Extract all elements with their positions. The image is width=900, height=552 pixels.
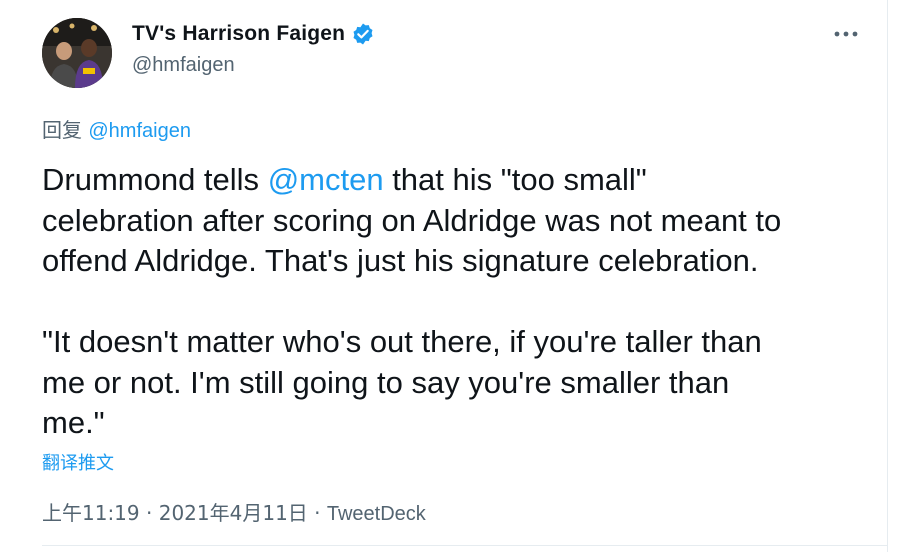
avatar-image [42, 18, 112, 88]
divider [42, 545, 887, 546]
tweet-text-part: that his "too small" celebration after s… [42, 162, 782, 440]
replying-to-handle-link[interactable]: @hmfaigen [88, 120, 191, 142]
tweet-time[interactable]: 上午11:19 [42, 501, 140, 525]
author-handle[interactable]: @hmfaigen [132, 54, 235, 77]
tweet-card: TV's Harrison Faigen @hmfaigen 回复 @hmfai… [0, 0, 888, 552]
tweet-text-part: Drummond tells [42, 162, 268, 197]
tweet-body: Drummond tells @mcten that his "too smal… [42, 160, 872, 444]
verified-badge-icon [351, 22, 375, 46]
tweet-meta: 上午11:19 · 2021年4月11日 · TweetDeck [42, 497, 426, 526]
meta-separator: · [139, 501, 159, 525]
author-name-row: TV's Harrison Faigen [132, 22, 375, 46]
replying-to: 回复 @hmfaigen [42, 114, 191, 143]
more-horizontal-icon [834, 31, 858, 37]
translate-tweet-link[interactable]: 翻译推文 [42, 449, 114, 475]
tweet-source-link[interactable]: TweetDeck [327, 503, 426, 525]
mention-link[interactable]: @mcten [268, 162, 384, 197]
author-display-name[interactable]: TV's Harrison Faigen [132, 22, 345, 46]
tweet-date[interactable]: 2021年4月11日 [159, 501, 308, 525]
meta-separator: · [307, 501, 327, 525]
more-options-button[interactable] [831, 24, 861, 44]
replying-to-label: 回复 [42, 118, 89, 142]
author-avatar[interactable] [42, 18, 112, 88]
